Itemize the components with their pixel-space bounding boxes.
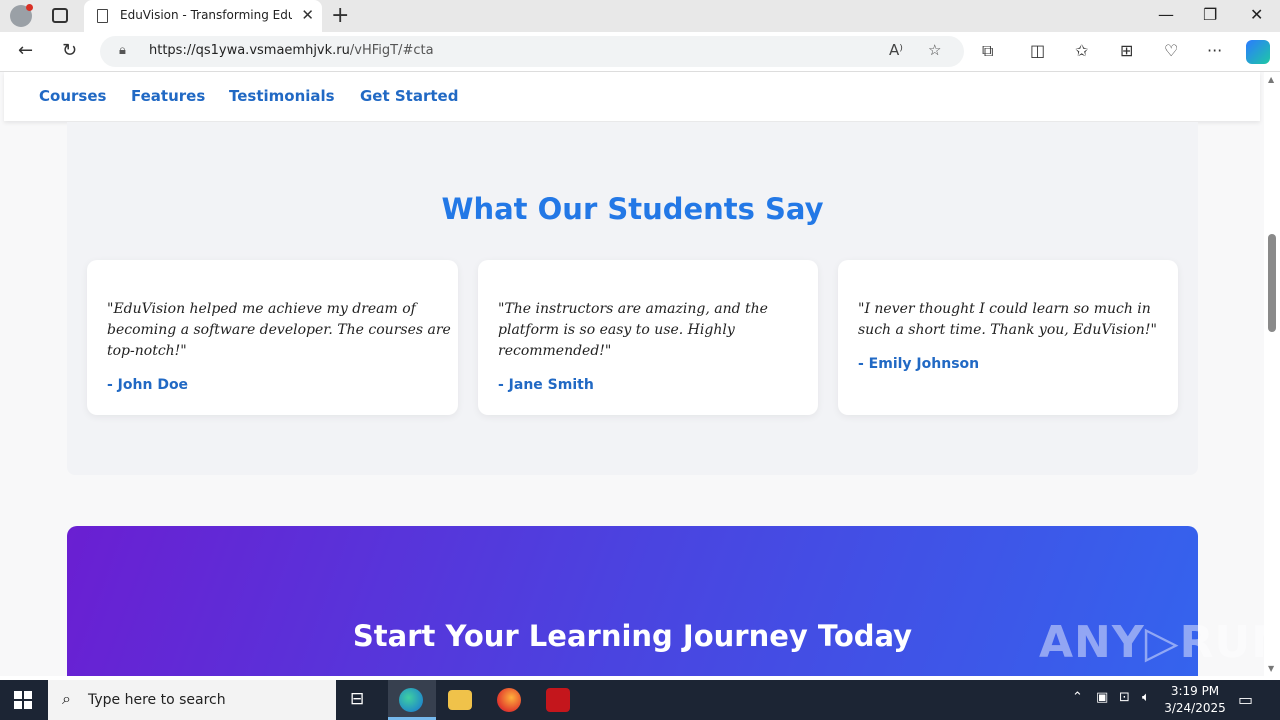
network-icon[interactable]: ▣ <box>1096 690 1108 705</box>
window-close-icon[interactable]: ✕ <box>1250 5 1263 24</box>
refresh-icon[interactable]: ↻ <box>62 40 77 61</box>
network-icon[interactable]: ⊡ <box>1119 690 1130 705</box>
quote-line: "EduVision helped me achieve my dream of <box>107 301 416 317</box>
nav-link-features[interactable]: Features <box>131 87 205 105</box>
collections-icon[interactable]: ⊞ <box>1120 41 1133 60</box>
maximize-icon[interactable]: ❐ <box>1203 5 1217 24</box>
tab-title: EduVision - Transforming Educat <box>120 8 292 22</box>
quote-line: "I never thought I could learn so much i… <box>858 301 1151 317</box>
site-navbar: Courses Features Testimonials Get Starte… <box>4 72 1260 121</box>
url-path: /vHFigT/#cta <box>349 43 434 58</box>
split-screen-icon[interactable]: ◫ <box>1030 41 1045 60</box>
close-icon[interactable]: ✕ <box>301 6 314 24</box>
nav-link-get-started[interactable]: Get Started <box>360 87 458 105</box>
read-aloud-icon[interactable]: A⁾ <box>889 41 903 59</box>
more-icon[interactable]: ··· <box>1207 41 1222 60</box>
copilot-icon[interactable] <box>1246 40 1270 64</box>
testimonials-heading: What Our Students Say <box>441 192 824 226</box>
tab-actions-icon[interactable] <box>52 8 68 23</box>
chevron-up-icon[interactable]: ⌃ <box>1072 690 1083 705</box>
windows-taskbar: ⌕ Type here to search ⊟ ⌃ ▣ ⊡ 🔈︎ 3:19 PM… <box>0 680 1280 720</box>
quote-line: becoming a software developer. The cours… <box>107 322 451 338</box>
taskbar-search-placeholder: Type here to search <box>88 692 226 708</box>
testimonial-author: - John Doe <box>107 377 189 393</box>
anyrun-watermark: ANY▷RUN <box>1039 617 1264 668</box>
url-host: https://qs1ywa.vsmaemhjvk.ru <box>149 43 350 58</box>
clock-time: 3:19 PM <box>1170 684 1220 698</box>
testimonials-section: What Our Students Say "EduVision helped … <box>67 122 1198 475</box>
back-icon[interactable]: ← <box>18 40 33 61</box>
notification-icon[interactable]: ▭ <box>1238 690 1253 709</box>
favorites-icon[interactable]: ✩ <box>1075 41 1088 60</box>
quote-line: platform is so easy to use. Highly <box>498 322 735 338</box>
new-tab-icon[interactable]: + <box>331 3 349 28</box>
minimize-icon[interactable]: — <box>1158 5 1174 24</box>
profile-icon[interactable] <box>10 4 33 27</box>
firefox-icon[interactable] <box>497 688 521 712</box>
quote-line: recommended!" <box>498 343 612 359</box>
notification-dot <box>26 4 33 11</box>
testimonial-card: "I never thought I could learn so much i… <box>838 260 1178 415</box>
favorite-icon[interactable]: ☆ <box>928 41 941 59</box>
testimonial-card: "The instructors are amazing, and the pl… <box>478 260 818 415</box>
testimonial-card: "EduVision helped me achieve my dream of… <box>87 260 458 415</box>
testimonial-quote: "I never thought I could learn so much i… <box>858 299 1157 341</box>
scroll-up-icon[interactable]: ▲ <box>1268 75 1274 84</box>
testimonial-author: - Jane Smith <box>498 377 594 393</box>
windows-start-icon[interactable] <box>14 691 32 709</box>
lock-icon[interactable]: 🔒︎ <box>119 43 126 58</box>
performance-icon[interactable]: ♡ <box>1164 41 1178 60</box>
nav-link-testimonials[interactable]: Testimonials <box>229 87 335 105</box>
scrollbar-thumb[interactable] <box>1268 234 1276 332</box>
browser-tab[interactable]: EduVision - Transforming Educat ✕ <box>84 0 322 32</box>
browser-titlebar: EduVision - Transforming Educat ✕ + — ❐ … <box>0 0 1280 32</box>
testimonial-quote: "EduVision helped me achieve my dream of… <box>107 299 451 362</box>
search-icon: ⌕ <box>62 689 71 708</box>
scroll-down-icon[interactable]: ▼ <box>1268 664 1274 673</box>
clock-date: 3/24/2025 <box>1164 701 1226 715</box>
page-viewport: Courses Features Testimonials Get Starte… <box>0 72 1264 676</box>
file-explorer-icon[interactable] <box>448 690 472 710</box>
quote-line: top-notch!" <box>107 343 187 359</box>
address-bar[interactable]: 🔒︎ https://qs1ywa.vsmaemhjvk.ru/vHFigT/#… <box>100 36 964 67</box>
cta-heading: Start Your Learning Journey Today <box>352 619 913 653</box>
quote-line: "The instructors are amazing, and the <box>498 301 768 317</box>
task-view-icon[interactable]: ⊟ <box>350 689 364 709</box>
nav-link-courses[interactable]: Courses <box>39 87 106 105</box>
taskbar-clock[interactable]: 3:19 PM 3/24/2025 <box>1162 683 1228 717</box>
edge-icon[interactable] <box>399 688 423 712</box>
cta-section: Start Your Learning Journey Today <box>67 526 1198 676</box>
page-icon <box>97 9 108 23</box>
acrobat-icon[interactable] <box>546 688 570 712</box>
page-scrollbar[interactable]: ▲ ▼ <box>1264 72 1280 676</box>
url-text[interactable]: https://qs1ywa.vsmaemhjvk.ru/vHFigT/#cta <box>149 43 434 58</box>
browser-toolbar: ← ↻ 🔒︎ https://qs1ywa.vsmaemhjvk.ru/vHFi… <box>0 32 1280 72</box>
extensions-icon[interactable]: ⧉ <box>982 41 993 61</box>
testimonial-quote: "The instructors are amazing, and the pl… <box>498 299 768 362</box>
volume-icon[interactable]: 🔈︎ <box>1142 690 1150 705</box>
taskbar-search[interactable]: ⌕ Type here to search <box>48 680 336 720</box>
testimonial-author: - Emily Johnson <box>858 356 980 372</box>
quote-line: such a short time. Thank you, EduVision!… <box>858 322 1157 338</box>
